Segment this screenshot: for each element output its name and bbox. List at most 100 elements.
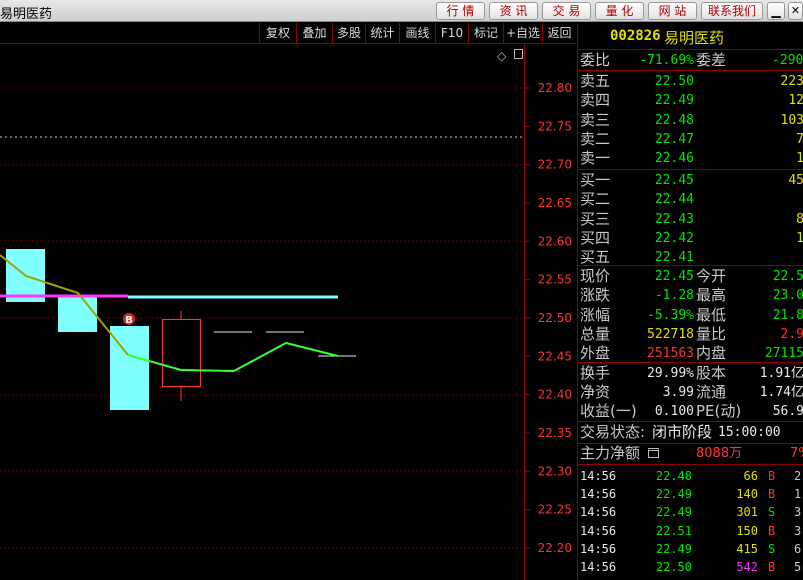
tick-count: 2 xyxy=(794,469,802,483)
tool-multi-stock[interactable]: 多股 xyxy=(332,23,365,43)
stats-label-2: 流通 xyxy=(696,383,727,401)
tool-mark[interactable]: 标记 xyxy=(468,23,503,43)
quote-label-2: 量比 xyxy=(696,324,727,343)
chart-toolbar: 复权 叠加 多股 统计 画线 F10 标记 +自选 返回 xyxy=(0,23,576,43)
ask-label: 卖二 xyxy=(580,129,611,148)
ask-row: 卖四 22.49 12 xyxy=(578,91,803,110)
tick-price: 22.48 xyxy=(655,469,692,483)
price-axis-label: 22.65 xyxy=(538,196,572,210)
tick-count: 6 xyxy=(794,541,802,556)
quant-button[interactable]: 量 化 xyxy=(595,2,644,20)
trade-status-label: 交易状态: xyxy=(580,423,646,441)
bid-row: 买四 22.42 1 xyxy=(578,229,803,248)
diamond-icon: ◇ xyxy=(497,49,507,63)
trade-status-value: 闭市阶段 xyxy=(652,423,713,441)
tick-row: 14:56 22.49 415 S 6 xyxy=(578,540,803,558)
contact-button[interactable]: 联系我们 xyxy=(701,2,763,20)
tick-price: 22.49 xyxy=(655,505,692,520)
tool-draw-line[interactable]: 画线 xyxy=(399,23,435,43)
news-button[interactable]: 资 讯 xyxy=(489,2,538,20)
tick-time: 14:56 xyxy=(580,469,617,483)
quote-value: -5.39% xyxy=(647,307,694,323)
tick-row: 14:56 22.51 150 B 3 xyxy=(578,522,803,540)
trade-status-row: 交易状态: 闭市阶段 15:00:00 xyxy=(578,423,803,442)
bid-volume: 45 xyxy=(788,173,803,188)
quote-value: -1.28 xyxy=(654,288,694,304)
bid-label: 买四 xyxy=(580,228,611,247)
title-bar: 易明医药 行 情 资 讯 交 易 量 化 网 站 联系我们 ▁ ✕ xyxy=(0,0,803,22)
price-axis-label: 22.35 xyxy=(538,426,572,440)
tick-side: B xyxy=(768,560,776,574)
tick-volume: 415 xyxy=(736,541,758,556)
buy-marker-label: B xyxy=(125,315,133,326)
stock-code: 002826 xyxy=(610,28,661,44)
panel-divider xyxy=(578,421,803,422)
quote-row: 涨跌 -1.28 最高 23.0 xyxy=(578,286,803,305)
ask-row: 卖一 22.46 1 xyxy=(578,149,803,168)
main-flow-value: 8088万 xyxy=(696,446,743,461)
weibi-label: 委比 xyxy=(580,51,611,69)
quote-label: 总量 xyxy=(580,324,611,343)
panel-divider xyxy=(578,70,803,71)
ask-label: 卖三 xyxy=(580,110,611,129)
ask-volume: 103 xyxy=(780,112,803,128)
price-chart[interactable]: 22.80 22.75 22.70 22.65 22.60 22.55 22.50 22.45… xyxy=(0,43,576,580)
minimize-button[interactable]: ▁ xyxy=(767,2,785,20)
website-button[interactable]: 网 站 xyxy=(648,2,697,20)
price-axis-label: 22.70 xyxy=(538,158,572,172)
tick-volume: 301 xyxy=(736,505,758,520)
quote-row: 涨幅 -5.39% 最低 21.8 xyxy=(578,306,803,325)
quote-label-2: 最高 xyxy=(696,286,727,305)
stats-row: 收益(一) 0.100 PE(动) 56.9 xyxy=(578,402,803,421)
tool-stats[interactable]: 统计 xyxy=(365,23,399,43)
tick-count: 1 xyxy=(794,487,802,502)
quote-label: 外盘 xyxy=(580,344,611,363)
tick-time: 14:56 xyxy=(580,523,617,538)
chart-canvas: 22.80 22.75 22.70 22.65 22.60 22.55 22.50 22.45… xyxy=(0,43,576,580)
ask-volume: 12 xyxy=(788,93,803,109)
price-axis-label: 22.45 xyxy=(538,349,572,363)
quote-row: 现价 22.45 今开 22.5 xyxy=(578,267,803,286)
candle xyxy=(162,319,201,387)
tick-side: S xyxy=(768,541,776,556)
bid-price: 22.43 xyxy=(654,211,694,227)
quote-value: 251563 xyxy=(647,346,694,362)
main-flow-label: 主力净额 xyxy=(580,444,641,462)
weicha-label: 委差 xyxy=(696,51,727,69)
tool-f10[interactable]: F10 xyxy=(435,23,468,43)
quote-row: 外盘 251563 内盘 27115 xyxy=(578,344,803,363)
tick-row: 14:56 22.50 542 B 5 xyxy=(578,558,803,576)
stats-row: 净资 3.99 流通 1.74亿 xyxy=(578,383,803,402)
close-button[interactable]: ✕ xyxy=(788,2,803,20)
tick-row: 14:56 22.48 66 B 2 xyxy=(578,467,803,485)
stats-label-2: PE(动) xyxy=(696,402,742,420)
bid-volume: 8 xyxy=(796,210,803,229)
ask-volume: 223 xyxy=(780,74,803,89)
quote-button[interactable]: 行 情 xyxy=(436,2,485,20)
main-flow-row[interactable]: 主力净额 8088万 7% xyxy=(578,444,803,463)
tool-overlay[interactable]: 叠加 xyxy=(296,23,332,43)
quote-label-2: 内盘 xyxy=(696,344,727,363)
candle xyxy=(58,296,97,332)
tick-time: 14:56 xyxy=(580,560,617,574)
panel-divider xyxy=(578,49,803,50)
trade-button[interactable]: 交 易 xyxy=(542,2,591,20)
stats-value: 3.99 xyxy=(662,385,694,400)
tool-fuquan[interactable]: 复权 xyxy=(259,23,296,43)
price-axis-label: 22.50 xyxy=(538,311,572,325)
trade-status-time: 15:00:00 xyxy=(718,425,781,440)
ask-price: 22.46 xyxy=(654,151,694,167)
stats-label-2: 股本 xyxy=(696,364,727,382)
ask-label: 卖一 xyxy=(580,149,611,168)
price-axis-label: 22.60 xyxy=(538,234,572,248)
tool-back[interactable]: 返回 xyxy=(542,23,576,43)
ask-price: 22.50 xyxy=(654,74,694,89)
weicha-value: -290 xyxy=(772,53,803,68)
stats-label: 收益(一) xyxy=(580,402,637,420)
price-axis-label: 22.55 xyxy=(538,273,572,287)
tool-add-favorite[interactable]: +自选 xyxy=(503,23,542,43)
tick-row: 14:56 22.49 140 B 1 xyxy=(578,485,803,503)
tick-side: B xyxy=(768,487,776,502)
list-icon[interactable] xyxy=(648,448,659,458)
bid-row: 买一 22.45 45 xyxy=(578,171,803,190)
